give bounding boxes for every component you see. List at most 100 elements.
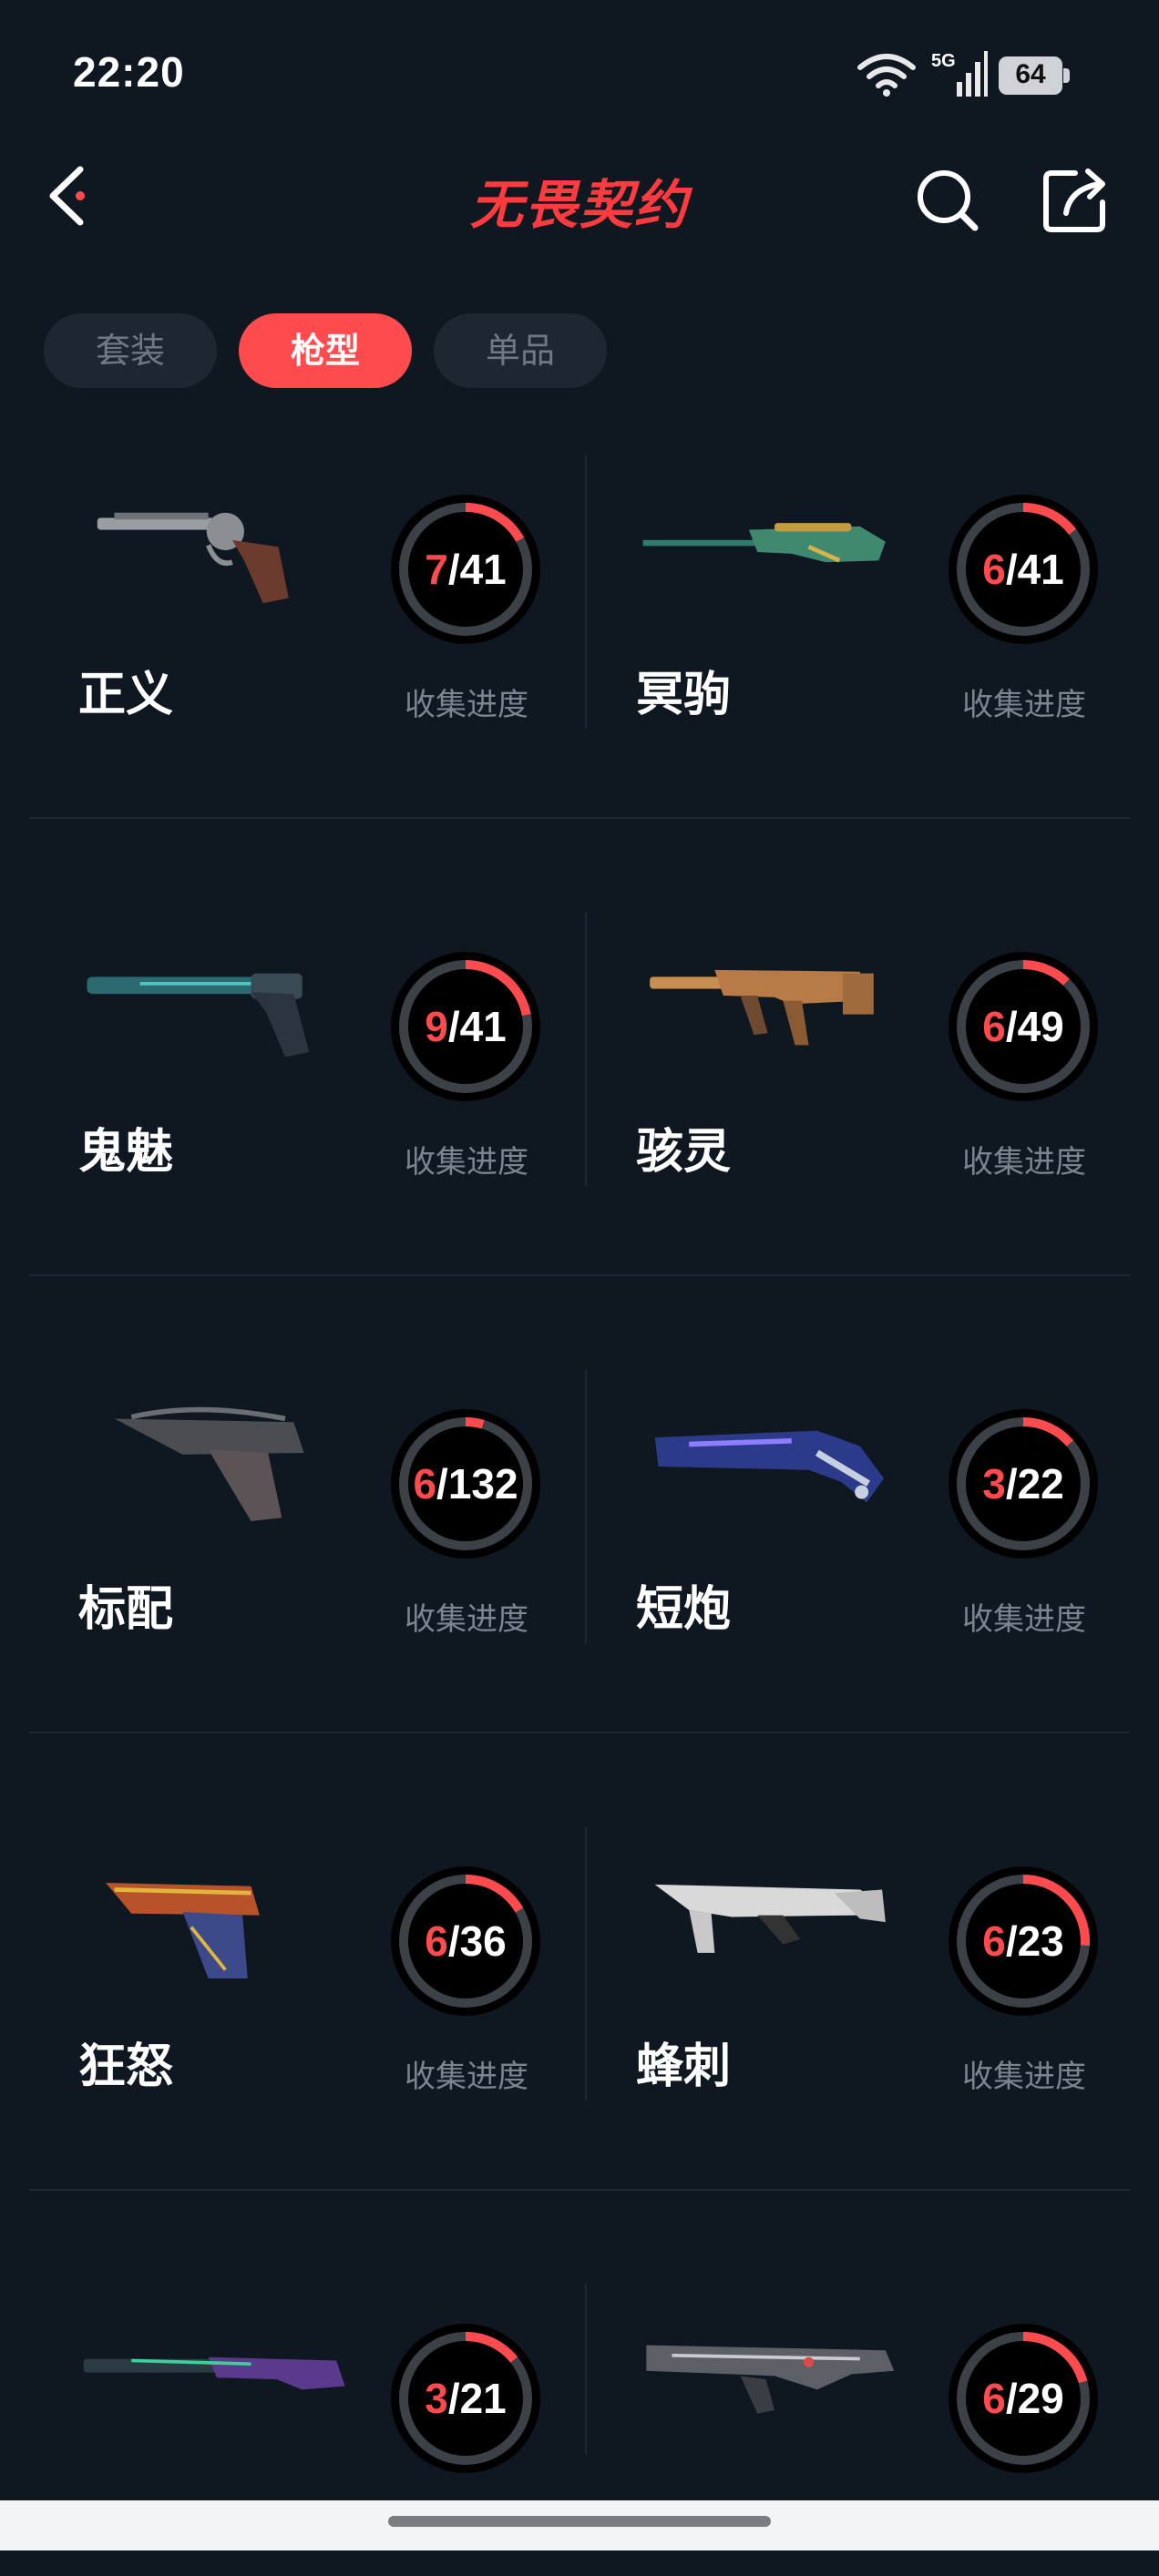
tab-gun-types[interactable]: 枪型 [239, 313, 412, 388]
weapon-image [654, 1884, 886, 1953]
column-divider [585, 913, 587, 1186]
progress-ring: 6/29 [949, 2324, 1098, 2473]
progress-label: 收集进度 [962, 687, 1086, 723]
weapon-name: 冥驹 [636, 668, 732, 722]
total-count: 132 [448, 1460, 518, 1508]
total-count: 41 [1018, 546, 1064, 593]
weapon-card[interactable]: 标配 6/132 收集进度 [35, 1388, 581, 1661]
count-separator: / [1006, 1460, 1018, 1508]
total-count: 29 [1018, 2375, 1064, 2422]
progress-count: 6/36 [425, 1917, 507, 1965]
progress-count: 6/41 [982, 546, 1064, 593]
weapon-card[interactable]: 鬼魅 9/41 收集进度 [35, 931, 581, 1204]
weapon-name: 标配 [78, 1582, 174, 1637]
progress-count: 6/49 [982, 1003, 1064, 1050]
search-icon[interactable] [911, 164, 984, 237]
battery-icon: 64 [999, 56, 1070, 95]
weapon-name: 正义 [78, 668, 174, 722]
progress-ring: 6/23 [949, 1866, 1098, 2016]
weapon-image [646, 2345, 895, 2414]
weapon-image [83, 2356, 345, 2390]
share-icon[interactable] [1039, 162, 1113, 237]
row-divider [29, 817, 1130, 819]
progress-ring: 6/36 [391, 1866, 540, 2016]
total-count: 21 [460, 2375, 507, 2422]
progress-ring: 7/41 [391, 495, 540, 644]
status-bar: 22:20 5G 64 [0, 0, 1159, 146]
tab-single-items[interactable]: 单品 [434, 313, 607, 388]
progress-ring: 6/49 [949, 952, 1098, 1101]
weapon-image [87, 973, 310, 1058]
column-divider [585, 455, 587, 729]
progress-ring: 6/132 [391, 1409, 540, 1559]
total-count: 41 [460, 1003, 507, 1050]
count-separator: / [448, 2375, 460, 2422]
weapon-card[interactable]: 正义 7/41 收集进度 [35, 474, 581, 747]
progress-count: 9/41 [425, 1003, 507, 1050]
total-count: 22 [1018, 1460, 1064, 1508]
weapon-name: 短炮 [636, 1582, 732, 1637]
weapon-name: 狂怒 [78, 2039, 174, 2094]
progress-count: 6/132 [413, 1460, 518, 1508]
progress-ring: 6/41 [949, 495, 1098, 644]
collected-count: 3 [982, 1460, 1006, 1508]
progress-ring: 3/21 [391, 2324, 540, 2473]
weapon-image [642, 523, 886, 563]
count-separator: / [448, 1917, 460, 1965]
progress-count: 3/22 [982, 1460, 1064, 1508]
weapon-card[interactable]: 冥驹 6/41 收集进度 [592, 474, 1139, 747]
weapon-name: 鬼魅 [78, 1125, 174, 1180]
count-separator: / [448, 1003, 460, 1050]
progress-ring: 9/41 [391, 952, 540, 1101]
column-divider [585, 1827, 587, 2101]
total-count: 49 [1018, 1003, 1064, 1050]
progress-label: 收集进度 [405, 1601, 528, 1638]
progress-count: 3/21 [425, 2375, 507, 2422]
collected-count: 6 [982, 546, 1006, 593]
weapon-card[interactable]: 蜂刺 6/23 收集进度 [592, 1845, 1139, 2119]
total-count: 23 [1018, 1917, 1064, 1965]
weapon-card[interactable]: 狂怒 6/36 收集进度 [35, 1845, 581, 2119]
count-separator: / [1006, 1003, 1018, 1050]
count-separator: / [1006, 546, 1018, 593]
weapon-image [650, 969, 874, 1046]
collected-count: 9 [425, 1003, 448, 1050]
weapon-image [114, 1406, 304, 1521]
count-separator: / [448, 546, 460, 593]
battery-level: 64 [1015, 59, 1046, 89]
wifi-icon [857, 54, 916, 97]
collected-count: 6 [982, 1003, 1006, 1050]
home-indicator[interactable] [388, 2516, 771, 2527]
progress-label: 收集进度 [962, 1144, 1086, 1181]
weapon-name: 蜂刺 [636, 2039, 732, 2094]
progress-count: 7/41 [425, 546, 507, 593]
progress-ring: 3/22 [949, 1409, 1098, 1559]
weapon-card[interactable]: 骇灵 6/49 收集进度 [592, 931, 1139, 1204]
tab-suits[interactable]: 套装 [44, 313, 217, 388]
total-count: 41 [460, 546, 507, 593]
progress-count: 6/23 [982, 1917, 1064, 1965]
weapon-card[interactable]: 短炮 3/22 收集进度 [592, 1388, 1139, 1661]
page-title: 无畏契约 [469, 174, 689, 236]
collected-count: 6 [982, 1917, 1006, 1965]
progress-label: 收集进度 [405, 2059, 528, 2095]
collected-count: 6 [413, 1460, 436, 1508]
status-time: 22:20 [73, 48, 185, 96]
weapon-image [97, 512, 289, 604]
back-icon[interactable] [40, 155, 104, 237]
collected-count: 6 [982, 2375, 1006, 2422]
weapon-image [654, 1430, 884, 1503]
count-separator: / [436, 1460, 448, 1508]
column-divider [585, 1370, 587, 1643]
row-divider [29, 2189, 1130, 2191]
progress-label: 收集进度 [405, 687, 528, 723]
signal-icon [957, 51, 988, 97]
row-divider [29, 1732, 1130, 1733]
collected-count: 3 [425, 2375, 448, 2422]
weapon-image [106, 1882, 260, 1978]
collected-count: 6 [425, 1917, 448, 1965]
progress-label: 收集进度 [962, 2059, 1086, 2095]
progress-label: 收集进度 [962, 1601, 1086, 1638]
progress-count: 6/29 [982, 2375, 1064, 2422]
collected-count: 7 [425, 546, 448, 593]
